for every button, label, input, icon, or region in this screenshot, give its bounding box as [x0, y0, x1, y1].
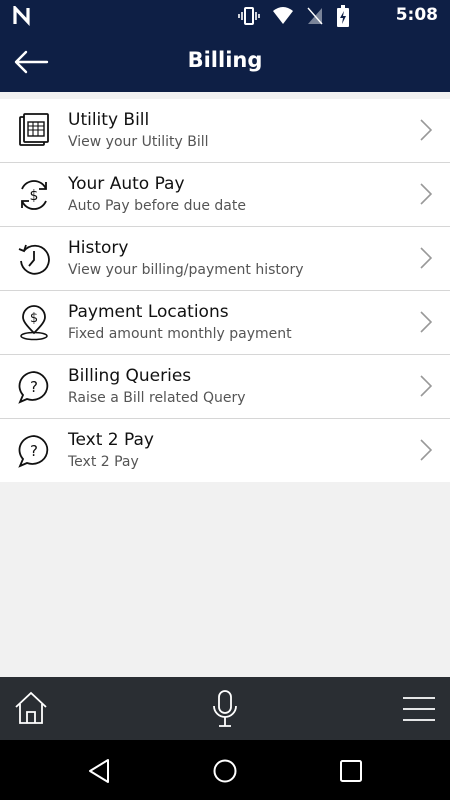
- nav-back-icon[interactable]: [86, 758, 112, 784]
- system-navigation-bar: [0, 740, 450, 800]
- chevron-right-icon: [420, 439, 432, 461]
- bottom-toolbar: [0, 677, 450, 740]
- chevron-right-icon: [420, 375, 432, 397]
- svg-text:?: ?: [30, 378, 38, 396]
- menu-item-text-2-pay[interactable]: ? Text 2 Pay Text 2 Pay: [0, 419, 450, 482]
- menu-item-history[interactable]: History View your billing/payment histor…: [0, 227, 450, 291]
- status-time: 5:08: [395, 5, 438, 25]
- chevron-right-icon: [420, 247, 432, 269]
- menu-item-utility-bill[interactable]: Utility Bill View your Utility Bill: [0, 99, 450, 163]
- menu-item-title: Payment Locations: [68, 302, 229, 322]
- status-bar: 5:08: [0, 0, 450, 32]
- menu-item-title: Your Auto Pay: [68, 174, 185, 194]
- home-icon[interactable]: [14, 691, 48, 725]
- menu-item-billing-queries[interactable]: ? Billing Queries Raise a Bill related Q…: [0, 355, 450, 419]
- bill-icon: [19, 113, 49, 146]
- wifi-icon: [273, 7, 293, 24]
- svg-text:?: ?: [30, 442, 38, 460]
- svg-text:$: $: [30, 188, 39, 204]
- menu-hamburger-icon[interactable]: [402, 695, 436, 723]
- chevron-right-icon: [420, 183, 432, 205]
- menu-item-title: History: [68, 238, 129, 258]
- menu-item-title: Text 2 Pay: [68, 430, 154, 450]
- menu-item-subtitle: Fixed amount monthly payment: [68, 326, 292, 342]
- menu-item-subtitle: Raise a Bill related Query: [68, 390, 246, 406]
- vibrate-icon: [238, 7, 260, 25]
- menu-item-payment-locations[interactable]: $ Payment Locations Fixed amount monthly…: [0, 291, 450, 355]
- autopay-icon: $: [21, 180, 47, 210]
- nav-home-icon[interactable]: [212, 758, 238, 784]
- menu-item-subtitle: Text 2 Pay: [68, 454, 139, 470]
- query-icon: ?: [18, 371, 49, 404]
- menu-item-title: Utility Bill: [68, 110, 150, 130]
- menu-item-subtitle: View your billing/payment history: [68, 262, 304, 278]
- menu-item-auto-pay[interactable]: $ Your Auto Pay Auto Pay before due date: [0, 163, 450, 227]
- chevron-right-icon: [420, 311, 432, 333]
- query-icon: ?: [18, 435, 49, 468]
- menu-item-subtitle: View your Utility Bill: [68, 134, 209, 150]
- menu-item-title: Billing Queries: [68, 366, 192, 386]
- location-icon: $: [20, 305, 48, 341]
- signal-icon: [307, 7, 323, 25]
- svg-text:$: $: [30, 311, 38, 326]
- battery-charging-icon: [337, 5, 349, 27]
- nav-recent-apps-icon[interactable]: [338, 758, 364, 784]
- billing-menu-list: Utility Bill View your Utility Bill $ Yo…: [0, 99, 450, 482]
- microphone-icon[interactable]: [211, 690, 239, 728]
- menu-item-subtitle: Auto Pay before due date: [68, 198, 246, 214]
- page-title: Billing: [187, 48, 263, 72]
- notification-n-icon: [13, 6, 30, 26]
- history-icon: [18, 244, 50, 275]
- app-bar: Billing: [0, 32, 450, 92]
- chevron-right-icon: [420, 119, 432, 141]
